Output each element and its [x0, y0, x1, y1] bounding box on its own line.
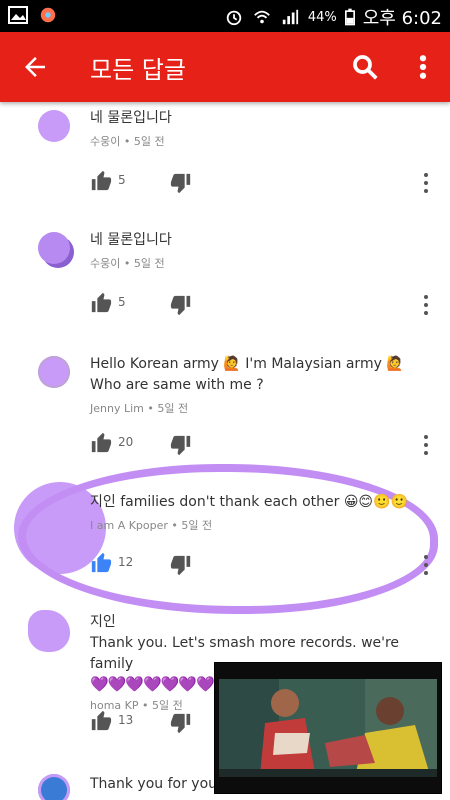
comment-author[interactable]: 수웅이: [90, 135, 120, 148]
mini-video-player[interactable]: [214, 662, 442, 794]
comment-actions: 12: [90, 552, 430, 576]
app-notification-icon: [40, 7, 56, 23]
clock: 오후 6:02: [362, 8, 442, 29]
signal-icon: [282, 9, 298, 25]
like-count: 20: [118, 435, 134, 449]
like-count: 5: [118, 173, 126, 187]
arrow-left-icon[interactable]: [20, 52, 50, 82]
kebab-icon[interactable]: [422, 294, 430, 316]
thumb-up-icon[interactable]: [90, 432, 112, 454]
avatar[interactable]: [38, 356, 70, 388]
meta-separator: •: [123, 135, 131, 148]
gallery-icon: [8, 6, 28, 24]
more-vertical-icon[interactable]: [408, 52, 438, 82]
thumb-down-icon[interactable]: [170, 554, 192, 576]
comment-meta: Jenny Lim • 5일 전: [90, 400, 420, 416]
comment-meta: 수웅이 • 5일 전: [90, 255, 420, 271]
comment-actions: 20: [90, 432, 430, 456]
thumb-up-icon[interactable]: [90, 710, 112, 732]
like-count: 13: [118, 713, 134, 727]
kebab-icon[interactable]: [422, 554, 430, 576]
status-bar: 44% 오후 6:02: [0, 0, 450, 32]
thumb-up-icon[interactable]: [90, 170, 112, 192]
wifi-icon: [253, 10, 270, 24]
app-bar: 모든 답글: [0, 32, 450, 102]
comment-actions: 5: [90, 170, 430, 194]
comment-author[interactable]: 수웅이: [90, 257, 120, 270]
meta-separator: •: [123, 257, 131, 270]
avatar[interactable]: [28, 610, 70, 652]
avatar[interactable]: [38, 232, 70, 264]
comment-actions: 5: [90, 292, 430, 316]
thumb-down-icon[interactable]: [170, 712, 192, 734]
kebab-icon[interactable]: [422, 172, 430, 194]
comment-text: 네 물론입니다: [90, 232, 172, 248]
like-count: 12: [118, 555, 134, 569]
avatar[interactable]: [38, 774, 70, 800]
status-right: 44% 오후 6:02: [224, 4, 442, 30]
comment-text-line1: 지인: [90, 614, 116, 630]
comment-author[interactable]: I am A Kpoper: [90, 519, 168, 532]
comment-meta: I am A Kpoper • 5일 전: [90, 517, 420, 533]
search-icon[interactable]: [350, 52, 380, 82]
comment-text: 지인 families don't thank each other 😀😊🙂🙂: [90, 494, 408, 510]
comment-text: Hello Korean army 🙋 I'm Malaysian army 🙋…: [90, 356, 404, 393]
meta-separator: •: [171, 519, 178, 532]
video-thumbnail: [215, 663, 441, 793]
kebab-icon[interactable]: [422, 434, 430, 456]
thumb-down-icon[interactable]: [170, 294, 192, 316]
like-count: 5: [118, 295, 126, 309]
thumb-down-icon[interactable]: [170, 434, 192, 456]
comment-time: 5일 전: [133, 135, 165, 148]
meta-separator: •: [147, 402, 154, 415]
thumb-up-icon[interactable]: [90, 292, 112, 314]
comment-time: 5일 전: [133, 257, 165, 270]
battery-icon: [344, 8, 355, 26]
alarm-icon: [226, 10, 242, 26]
status-left: [8, 6, 58, 24]
thumb-down-icon[interactable]: [170, 172, 192, 194]
battery-percent: 44%: [307, 9, 337, 25]
comment-author[interactable]: Jenny Lim: [90, 402, 144, 415]
comment-meta: 수웅이 • 5일 전: [90, 133, 420, 149]
comment-time: 5일 전: [157, 402, 189, 415]
comment-text: 네 물론입니다: [90, 110, 172, 126]
page-title: 모든 답글: [90, 56, 186, 84]
thumb-up-icon[interactable]: [90, 552, 112, 574]
avatar[interactable]: [38, 110, 70, 142]
comment-time: 5일 전: [181, 519, 213, 532]
